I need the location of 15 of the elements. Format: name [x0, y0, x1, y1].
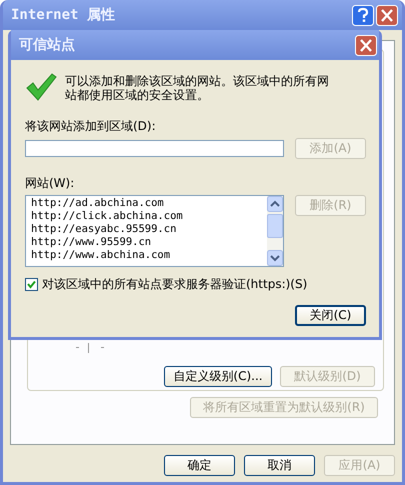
https-checkbox-label[interactable]: 对该区域中的所有站点要求服务器验证(https:)(S): [42, 276, 308, 293]
website-item[interactable]: http://www.abchina.com: [31, 249, 262, 262]
info-message: 可以添加和删除该区域的网站。该区域中的所有网站都使用区域的安全设置。: [65, 73, 330, 102]
websites-label: 网站(W):: [25, 175, 76, 192]
close-button[interactable]: 关闭(C): [295, 305, 366, 326]
window-title: Internet 属性: [11, 6, 115, 24]
website-item[interactable]: http://click.abchina.com: [31, 210, 262, 223]
dialog-button[interactable]: 确定: [164, 455, 235, 476]
dialog-button[interactable]: 取消: [244, 455, 315, 476]
website-item[interactable]: http://ad.abchina.com: [31, 197, 262, 210]
custom-level-button[interactable]: 自定义级别(C)...: [164, 366, 272, 387]
dialog-title: 可信站点: [19, 36, 75, 54]
website-item[interactable]: http://easyabc.95599.cn: [31, 223, 262, 236]
add-site-label: 将该网站添加到区域(D):: [25, 118, 157, 135]
website-item[interactable]: http://www.95599.cn: [31, 236, 262, 249]
